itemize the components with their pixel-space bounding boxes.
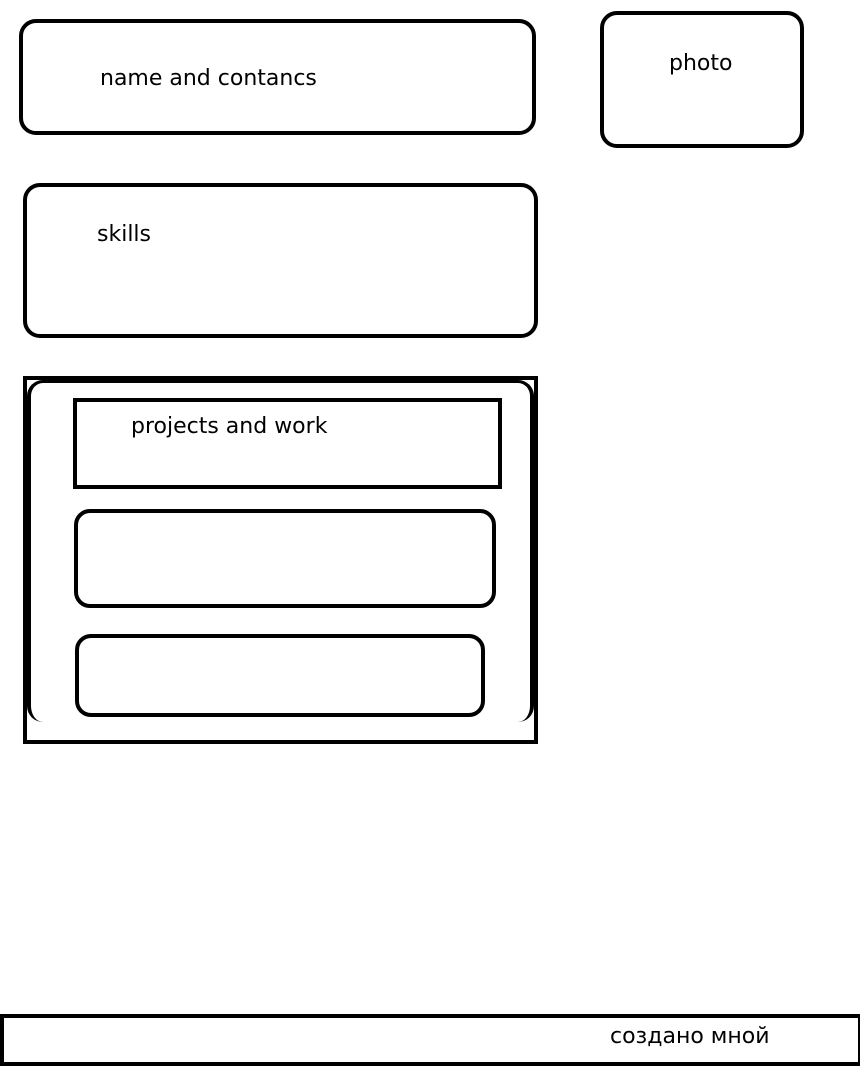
footer-text: создано мной [610,1024,770,1049]
projects-and-work-label: projects and work [131,414,328,439]
photo-block: photo [600,11,804,148]
projects-and-work-block: projects and work [73,398,502,489]
name-and-contacts-block: name and contancs [19,19,536,135]
skills-block: skills [23,183,538,338]
name-and-contacts-label: name and contancs [100,66,317,91]
skills-label: skills [97,222,152,247]
project-card [74,509,496,608]
photo-label: photo [669,51,733,76]
footer: создано мной [0,1014,860,1066]
project-card [75,634,485,717]
